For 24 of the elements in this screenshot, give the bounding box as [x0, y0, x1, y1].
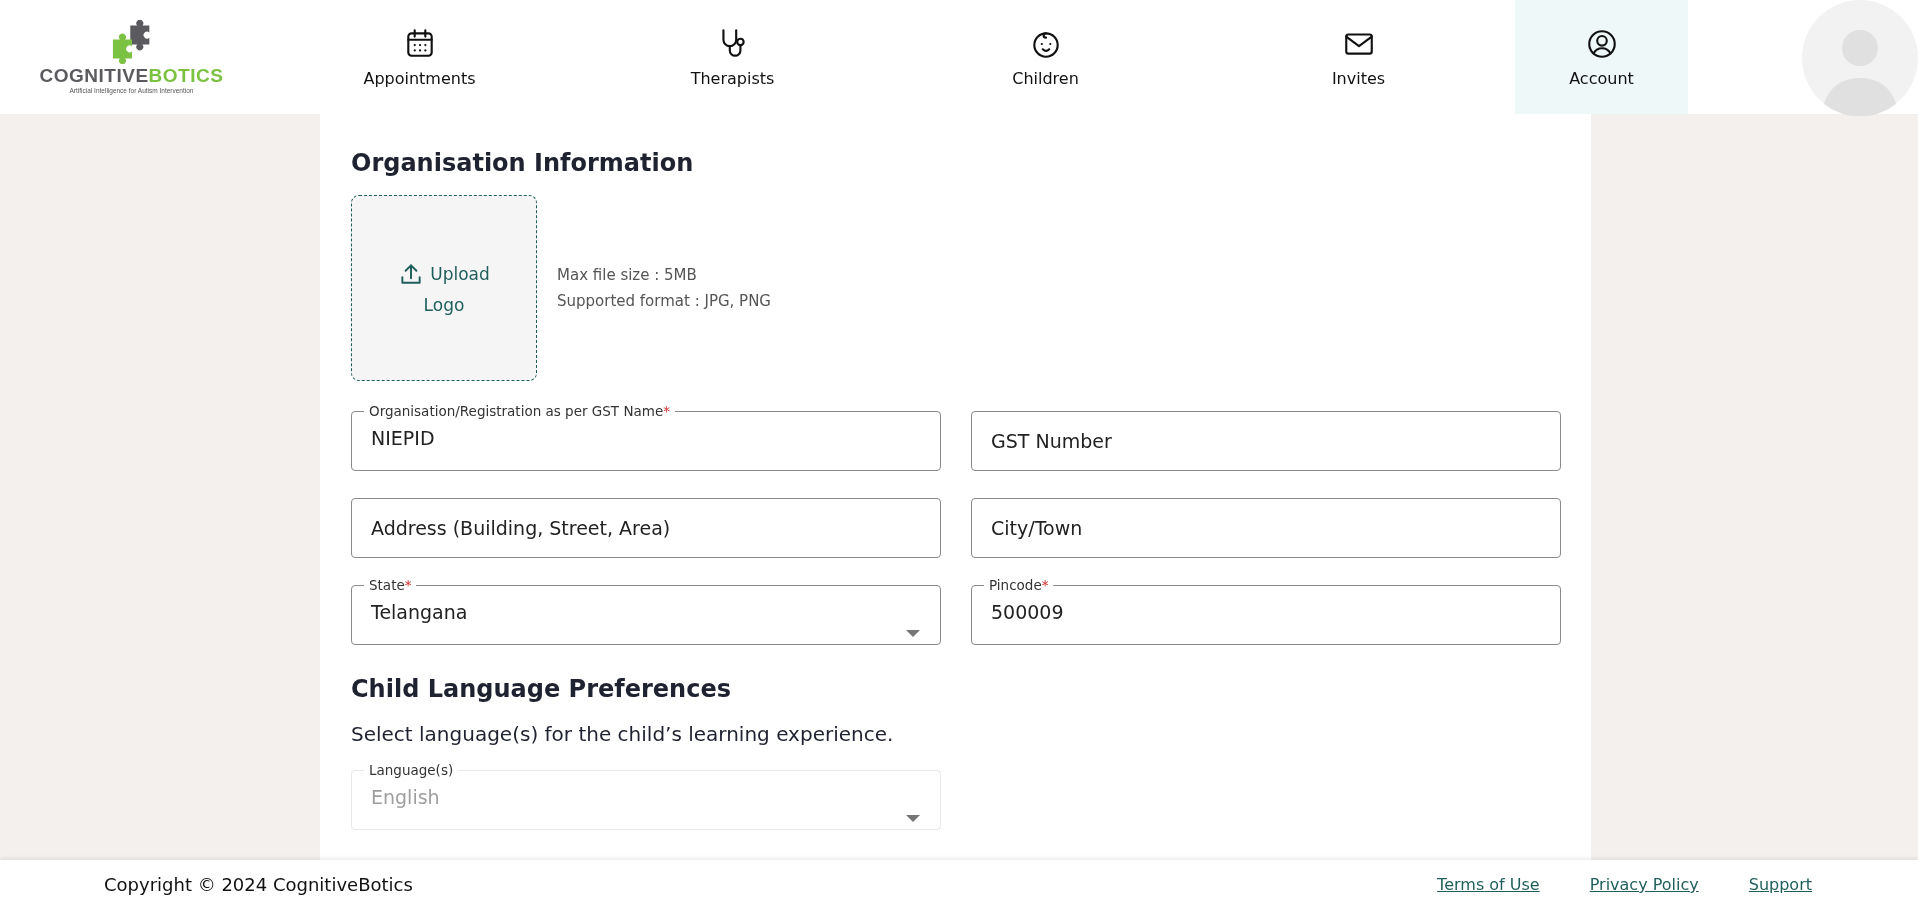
input-field[interactable]: Pincode* 500009	[971, 576, 1561, 645]
avatar-icon[interactable]	[1802, 0, 1918, 116]
input-field[interactable]: City/Town	[971, 498, 1561, 558]
nav-tab[interactable]: Account	[1515, 0, 1688, 114]
copyright-text: Copyright © 2024 CognitiveBotics	[104, 874, 413, 895]
caret-icon	[906, 630, 920, 637]
brand-name: COGNITIVEBOTICS	[39, 66, 224, 87]
nav-tab[interactable]: Therapists	[576, 0, 889, 114]
section-description: Select language(s) for the child’s learning experience.	[351, 721, 895, 748]
section-heading: Child Language Preferences	[351, 674, 732, 705]
footer-link[interactable]: Terms of Use	[1437, 875, 1540, 894]
input-field[interactable]: Organisation/Registration as per GST Name* NIEPID	[351, 402, 941, 471]
section-heading: Organisation Information	[351, 148, 695, 179]
upload-hint: Supported format : JPG, PNG	[557, 292, 771, 310]
nav-tab[interactable]: Invites	[1202, 0, 1515, 114]
input-field[interactable]: GST Number	[971, 411, 1561, 471]
upload-hint: Max file size : 5MB	[557, 266, 698, 284]
caret-icon	[906, 815, 920, 822]
nav-tab[interactable]: Appointments	[263, 0, 576, 114]
input-field[interactable]: Address (Building, Street, Area)	[351, 498, 941, 558]
nav-tab[interactable]: Children	[889, 0, 1202, 114]
footer-link[interactable]: Privacy Policy	[1589, 875, 1699, 894]
upload-logo-button[interactable]: Upload Logo	[351, 195, 537, 381]
footer-link[interactable]: Support	[1748, 875, 1812, 894]
